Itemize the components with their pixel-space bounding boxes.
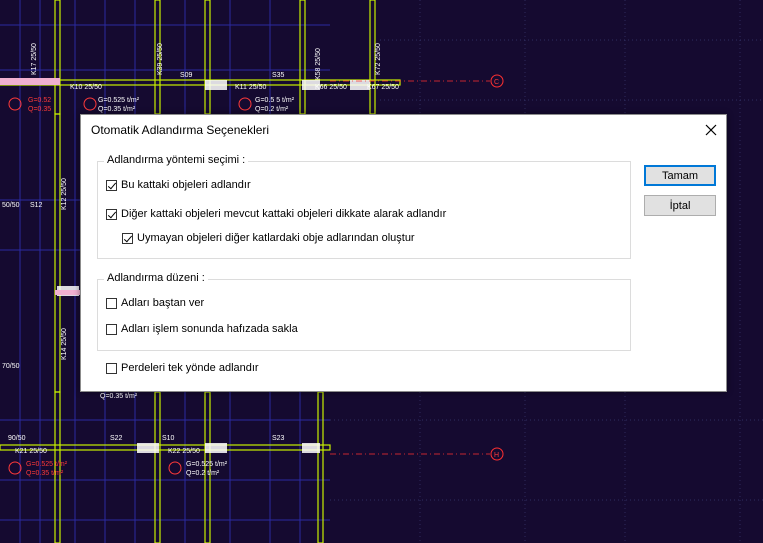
checkbox-mismatch-from-other-floors[interactable]: Uymayan objeleri diğer katlardaki obje a… — [122, 232, 415, 244]
load-label-9: Q=0.35 t/m² — [26, 470, 64, 477]
load-label-8: G=0.525 t/m² — [26, 461, 68, 468]
label-k21: K21 25/50 — [15, 448, 47, 455]
label-k22: K22 25/50 — [168, 448, 200, 455]
label-d3: 70/50 — [2, 363, 20, 370]
load-label-10: G=0.525 t/m² — [186, 461, 228, 468]
load-label-2: Q=0.35 t/m² — [98, 106, 136, 113]
label-s12: S12 — [30, 202, 43, 209]
label-k10: K10 25/50 — [70, 84, 102, 91]
ok-button[interactable]: Tamam — [644, 165, 716, 186]
label-d1: 50/50 — [2, 202, 20, 209]
label-k58: K58 25/50 — [315, 48, 322, 80]
load-label-5: G=0.52 — [28, 97, 51, 104]
naming-order-label: Adlandırma düzeni : — [104, 272, 208, 284]
checkbox-label: Perdeleri tek yönde adlandır — [121, 362, 259, 374]
load-label-6: Q=0.35 — [28, 106, 51, 113]
checkbox-box[interactable] — [106, 208, 117, 220]
dialog-titlebar[interactable]: Otomatik Adlandırma Seçenekleri — [81, 115, 726, 145]
close-icon — [705, 124, 717, 136]
checkbox-label: Bu kattaki objeleri adlandır — [121, 179, 251, 191]
label-k72: K72 25/50 — [375, 43, 382, 75]
label-d2: 90/50 — [8, 435, 26, 442]
naming-order-group: Adlandırma düzeni : — [97, 272, 631, 351]
axis-label-c: C — [494, 79, 499, 86]
label-k17: K17 25/50 — [31, 43, 38, 75]
checkbox-box[interactable] — [106, 323, 117, 335]
checkbox-box[interactable] — [106, 179, 117, 191]
checkbox-save-names-memory[interactable]: Adları işlem sonunda hafızada sakla — [106, 323, 298, 335]
load-label-1: G=0.525 t/m² — [98, 97, 140, 104]
label-k66: K66 25/50 — [315, 84, 347, 91]
cancel-button[interactable]: İptal — [644, 195, 716, 216]
load-label-7: Q=0.35 t/m² — [100, 393, 138, 400]
dialog-title: Otomatik Adlandırma Seçenekleri — [91, 123, 270, 137]
checkbox-box[interactable] — [122, 232, 133, 244]
label-k67: K67 25/50 — [367, 84, 399, 91]
checkbox-label: Adları baştan ver — [121, 297, 205, 309]
checkbox-label: Diğer kattaki objeleri mevcut kattaki ob… — [121, 208, 447, 220]
load-label-3: G=0.5 5 t/m² — [255, 97, 295, 104]
naming-method-label: Adlandırma yöntemi seçimi : — [104, 154, 249, 166]
checkbox-box[interactable] — [106, 297, 117, 309]
label-s23: S23 — [272, 435, 285, 442]
axis-label-h: H — [494, 452, 499, 459]
label-s10: S10 — [162, 435, 175, 442]
auto-naming-options-dialog: Otomatik Adlandırma Seçenekleri Adlandır… — [80, 114, 727, 392]
close-button[interactable] — [696, 115, 726, 145]
label-k39: K39 25/50 — [157, 43, 164, 75]
label-s09: S09 — [180, 72, 193, 79]
checkbox-label: Adları işlem sonunda hafızada sakla — [121, 323, 298, 335]
label-k14: K14 25/50 — [61, 328, 68, 360]
load-label-11: Q=0.2 t/m² — [186, 470, 220, 477]
label-k12: K12 25/50 — [61, 178, 68, 210]
checkbox-box[interactable] — [106, 362, 117, 374]
checkbox-name-other-floors[interactable]: Diğer kattaki objeleri mevcut kattaki ob… — [106, 208, 446, 220]
label-s35: S35 — [272, 72, 285, 79]
checkbox-label: Uymayan objeleri diğer katlardaki obje a… — [137, 232, 415, 244]
label-k11: K11 25/50 — [235, 84, 267, 91]
checkbox-restart-names[interactable]: Adları baştan ver — [106, 297, 204, 309]
label-s22: S22 — [110, 435, 123, 442]
load-label-4: Q=0.2 t/m² — [255, 106, 289, 113]
checkbox-walls-one-direction[interactable]: Perdeleri tek yönde adlandır — [106, 362, 259, 374]
checkbox-name-this-floor[interactable]: Bu kattaki objeleri adlandır — [106, 179, 251, 191]
